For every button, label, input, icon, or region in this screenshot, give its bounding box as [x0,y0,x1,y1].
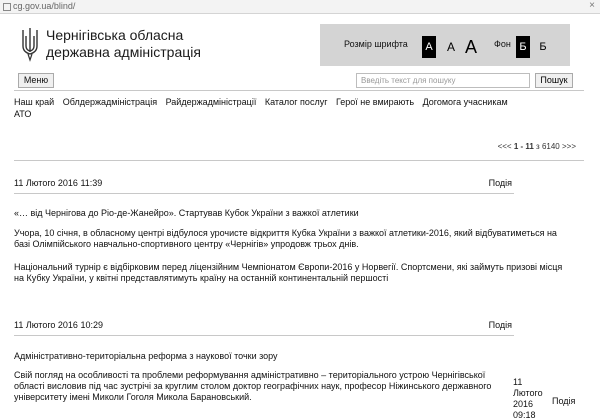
background-light-button[interactable]: Б [536,36,550,58]
pager-range: 1 - 11 [513,142,534,151]
font-size-medium-button[interactable]: А [444,36,458,58]
site-title[interactable]: Чернігівська обласна державна адміністра… [46,27,201,61]
font-size-label: Розмір шрифта [344,39,408,49]
side-date-month: Лютого [513,388,543,398]
side-date-day: 11 [513,377,523,387]
trident-emblem-icon [22,28,38,62]
close-icon[interactable]: × [589,0,595,11]
address-bar[interactable]: cg.gov.ua/blind/ × [0,0,600,14]
nav-item-heroi[interactable]: Герої не вмирають [336,97,414,107]
main-nav: Наш край Облдержадміністрація Райдержадм… [14,96,589,120]
site-title-line1: Чернігівська обласна [46,27,184,43]
side-date-year: 2016 [513,399,534,409]
background-label: Фон [494,39,511,49]
site-title-line2: державна адміністрація [46,44,201,60]
accessibility-panel: Розмір шрифта А А А Фон Б Б [320,24,570,66]
news-date: 11 Лютого 2016 11:39 [14,178,103,188]
nav-item-oblderzhadministratsiia[interactable]: Облдержадміністрація [63,97,157,107]
side-date-time: 09:18 [513,410,536,419]
nav-item-katalog-posluh[interactable]: Каталог послуг [265,97,328,107]
pager-next[interactable]: >>> [560,142,576,151]
news-date: 11 Лютого 2016 09:18 [513,377,543,419]
page-icon [3,3,11,11]
nav-item-dopomoha[interactable]: Догомога учасникам [423,97,508,107]
pager-total: 6140 [541,142,560,151]
divider [14,90,584,91]
news-title-link[interactable]: Адміністративно-територіальна реформа з … [14,351,278,361]
search-button[interactable]: Пошук [535,73,573,88]
nav-item-nash-krai[interactable]: Наш край [14,97,54,107]
menu-button[interactable]: Меню [18,73,54,88]
divider [14,335,514,336]
nav-item-raiderzhadministratsii[interactable]: Райдержадміністрації [166,97,257,107]
news-title-link[interactable]: «… від Чернігова до Ріо-де-Жанейро». Ста… [14,208,359,218]
background-dark-button[interactable]: Б [516,36,530,58]
search-input[interactable] [356,73,530,88]
url-text[interactable]: cg.gov.ua/blind/ [13,1,75,11]
font-size-large-button[interactable]: А [462,36,480,58]
news-type: Подія [488,320,512,330]
news-paragraph: Свій погляд на особливості та проблеми р… [14,370,492,402]
divider [14,193,514,194]
news-paragraph: Учора, 10 січня, в обласному центрі відб… [14,228,557,249]
nav-item-ato[interactable]: АТО [14,109,31,119]
news-type: Подія [488,178,512,188]
font-size-small-button[interactable]: А [422,36,436,58]
pagination: <<< 1 - 11 з 6140 >>> [498,142,576,151]
pager-prev[interactable]: <<< [498,142,514,151]
pager-of: з [533,142,542,151]
news-paragraph: Національний турнір є відбірковим перед … [14,262,563,283]
news-type: Подія [552,396,576,406]
news-date: 11 Лютого 2016 10:29 [14,320,103,330]
divider [14,160,584,161]
